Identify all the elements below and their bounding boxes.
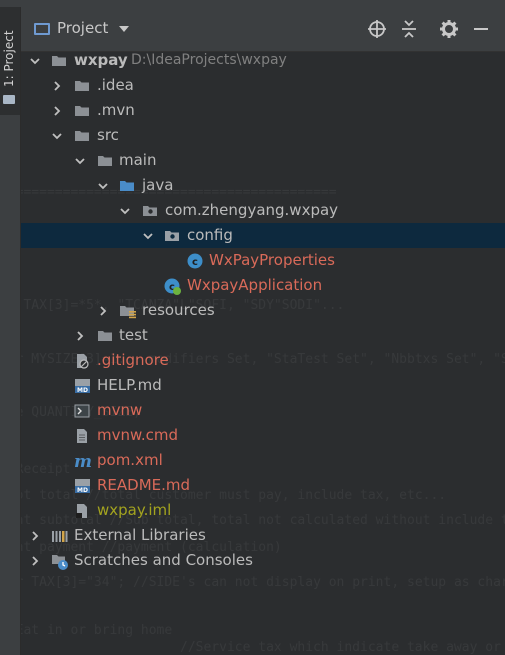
folder-icon	[3, 95, 15, 104]
scratches-icon	[51, 553, 68, 570]
tree-node-main[interactable]: main	[21, 148, 505, 173]
file-label: pom.xml	[97, 451, 163, 469]
package-label: com.zhengyang.wxpay	[165, 201, 339, 219]
project-panel-header: Project	[21, 7, 505, 52]
tree-node-readme[interactable]: MD README.md	[21, 473, 505, 498]
markdown-file-icon: MD	[74, 478, 90, 494]
chevron-right-icon[interactable]	[51, 80, 63, 92]
package-icon	[142, 203, 158, 218]
tree-node-src[interactable]: src	[21, 123, 505, 148]
editor-tab-strip	[0, 0, 505, 7]
spring-boot-class-icon: c	[164, 278, 181, 295]
chevron-right-icon[interactable]	[97, 305, 109, 317]
panel-title[interactable]: Project	[57, 19, 108, 37]
locate-icon[interactable]	[365, 17, 389, 41]
package-icon	[164, 228, 180, 243]
file-label: README.md	[97, 476, 191, 494]
folder-icon	[97, 153, 113, 168]
tree-node-idea[interactable]: .idea	[21, 73, 505, 98]
folder-label: .idea	[97, 76, 134, 94]
folder-label: resources	[142, 301, 215, 319]
gear-icon[interactable]	[437, 17, 461, 41]
folder-label: java	[142, 176, 174, 194]
package-label: config	[187, 226, 233, 244]
project-tool-tab-label: 1: Project	[2, 30, 16, 87]
tree-node-wxpayapplication[interactable]: c WxpayApplication	[21, 273, 505, 298]
chevron-down-icon[interactable]	[119, 205, 131, 217]
root-label: wxpay	[74, 51, 128, 69]
chevron-down-icon[interactable]	[97, 180, 109, 192]
folder-icon	[74, 103, 90, 118]
node-label: Scratches and Consoles	[74, 551, 253, 569]
svg-text:c: c	[192, 257, 198, 268]
file-label: WxpayApplication	[187, 276, 323, 294]
file-label: HELP.md	[97, 376, 162, 394]
file-label: WxPayProperties	[209, 251, 335, 269]
resources-folder-icon	[119, 303, 136, 319]
tree-node-java[interactable]: java	[21, 173, 505, 198]
folder-label: .mvn	[97, 101, 135, 119]
folder-icon	[74, 128, 90, 143]
folder-icon	[97, 328, 113, 343]
ignore-file-icon	[74, 353, 90, 369]
file-label: .gitignore	[97, 351, 169, 369]
folder-label: main	[119, 151, 157, 169]
tree-node-gitignore[interactable]: .gitignore	[21, 348, 505, 373]
source-folder-icon	[119, 178, 135, 193]
tree-node-config[interactable]: config	[21, 223, 505, 248]
tree-node-scratches[interactable]: Scratches and Consoles	[21, 548, 505, 573]
tree-node-resources[interactable]: resources	[21, 298, 505, 323]
text-file-icon	[74, 428, 90, 443]
folder-icon	[51, 53, 67, 68]
tree-node-test[interactable]: test	[21, 323, 505, 348]
collapse-all-icon[interactable]	[397, 17, 421, 41]
chevron-right-icon[interactable]	[29, 555, 41, 567]
file-label: wxpay.iml	[97, 501, 172, 519]
svg-text:MD: MD	[77, 387, 88, 394]
tree-node-mvnwcmd[interactable]: mvnw.cmd	[21, 423, 505, 448]
file-label: mvnw	[97, 401, 143, 419]
root-path: D:\IdeaProjects\wxpay	[131, 52, 287, 68]
tree-node-root[interactable]: wxpay D:\IdeaProjects\wxpay	[21, 48, 505, 73]
chevron-down-icon[interactable]	[119, 26, 129, 32]
chevron-down-icon[interactable]	[142, 230, 154, 242]
chevron-right-icon[interactable]	[74, 330, 86, 342]
tree-node-package[interactable]: com.zhengyang.wxpay	[21, 198, 505, 223]
tree-node-external-libraries[interactable]: External Libraries	[21, 523, 505, 548]
maven-icon: m	[74, 452, 92, 472]
shell-script-icon	[74, 403, 90, 418]
tree-node-mvnw[interactable]: mvnw	[21, 398, 505, 423]
tree-node-mvn[interactable]: .mvn	[21, 98, 505, 123]
chevron-right-icon[interactable]	[51, 105, 63, 117]
file-label: mvnw.cmd	[97, 426, 179, 444]
svg-text:MD: MD	[77, 487, 88, 494]
chevron-right-icon[interactable]	[29, 530, 41, 542]
tool-window-bar: 1: Project	[0, 7, 21, 655]
chevron-down-icon[interactable]	[51, 130, 63, 142]
module-file-icon	[74, 503, 90, 518]
svg-text:m: m	[74, 453, 92, 469]
tree-node-helpmd[interactable]: MD HELP.md	[21, 373, 505, 398]
node-label: External Libraries	[74, 526, 206, 544]
tree-node-wxpayproperties[interactable]: c WxPayProperties	[21, 248, 505, 273]
class-icon: c	[187, 253, 203, 269]
tree-node-pomxml[interactable]: m pom.xml	[21, 448, 505, 473]
folder-icon	[74, 78, 90, 93]
chevron-down-icon[interactable]	[29, 55, 41, 67]
libraries-icon	[51, 528, 68, 543]
tree-node-iml[interactable]: wxpay.iml	[21, 498, 505, 523]
folder-label: test	[119, 326, 148, 344]
chevron-down-icon[interactable]	[74, 155, 86, 167]
folder-label: src	[97, 126, 119, 144]
project-view-icon	[34, 23, 50, 35]
project-tool-tab[interactable]: 1: Project	[0, 7, 20, 115]
minimize-icon[interactable]	[469, 17, 493, 41]
markdown-file-icon: MD	[74, 378, 90, 394]
